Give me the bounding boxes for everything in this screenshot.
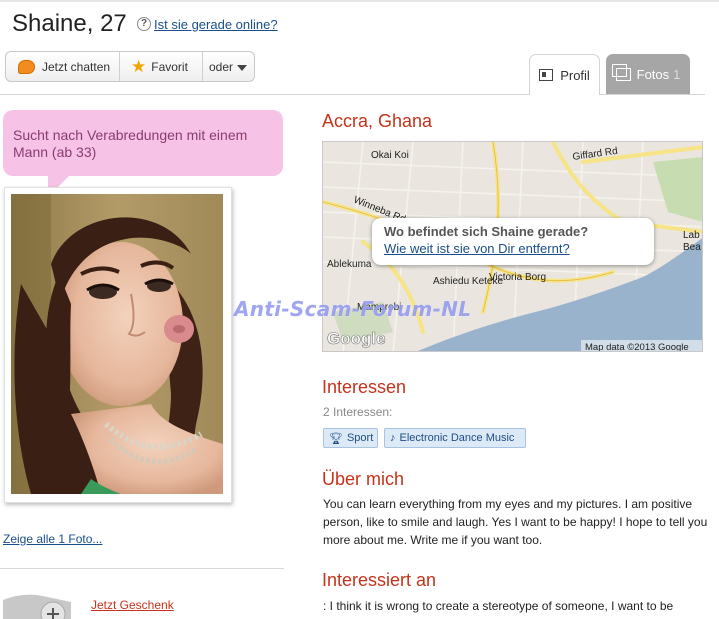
show-all-photos-link[interactable]: Zeige alle 1 Foto... — [3, 532, 102, 546]
interest-tag-sport[interactable]: 🏆︎ Sport — [323, 428, 378, 448]
chat-button-label: Jetzt chatten — [42, 59, 111, 74]
profile-card-icon — [539, 69, 554, 81]
watermark-text: Anti-Scam-Forum-NL — [234, 297, 472, 321]
map-label: Bea — [683, 242, 701, 253]
google-logo: Google — [327, 329, 386, 348]
trophy-icon: 🏆︎ — [329, 432, 343, 445]
tab-profile-label: Profil — [560, 67, 590, 83]
profile-name-age: Shaine, 27 — [12, 10, 127, 37]
interested-in-text: : I think it is wrong to create a stereo… — [323, 599, 674, 613]
online-status-link[interactable]: Ist sie gerade online? — [154, 17, 278, 32]
about-text: You can learn everything from my eyes an… — [323, 497, 708, 547]
tab-photos[interactable]: Fotos 1 — [606, 54, 690, 94]
map-label: Okai Koi — [371, 150, 409, 161]
chat-button[interactable]: Jetzt chatten — [6, 52, 120, 81]
chevron-down-icon — [237, 64, 248, 71]
map-info-popup: Wo befindet sich Shaine gerade? Wie weit… — [372, 218, 654, 265]
top-border — [0, 0, 719, 2]
about-title: Über mich — [322, 469, 405, 489]
map-label: Lab — [683, 230, 700, 241]
favorite-button-label: Favorit — [151, 59, 188, 74]
tab-profile[interactable]: Profil — [529, 54, 600, 95]
interest-tag-label: Sport — [346, 432, 374, 444]
gift-thumbnail[interactable] — [3, 592, 71, 619]
map-label: Victoria Borg — [489, 272, 546, 283]
more-dropdown-label: oder — [209, 59, 234, 74]
chat-bubble-icon — [18, 59, 35, 74]
action-bar: Jetzt chatten ★ Favorit oder — [5, 51, 255, 82]
location-title: Accra, Ghana — [322, 111, 433, 131]
distance-link[interactable]: Wie weit ist sie von Dir entfernt? — [384, 241, 642, 256]
photos-icon — [611, 63, 631, 81]
profile-photo[interactable] — [11, 194, 223, 494]
favorite-button[interactable]: ★ Favorit — [120, 52, 203, 81]
photo-count-badge: 1 — [673, 66, 681, 82]
star-icon: ★ — [131, 57, 147, 76]
map-popup-question: Wo befindet sich Shaine gerade? — [384, 224, 589, 239]
sidebar-divider — [0, 568, 284, 569]
map-label: Ablekuma — [327, 259, 372, 270]
interest-tag-label: Electronic Dance Music — [399, 432, 515, 444]
interest-tag-edm[interactable]: ♪ Electronic Dance Music — [384, 428, 526, 448]
interests-count: 2 Interessen: — [323, 405, 393, 419]
status-bubble: Sucht nach Verabredungen mit einem Mann … — [3, 110, 283, 176]
more-dropdown[interactable]: oder — [203, 52, 254, 81]
help-icon[interactable]: ? — [137, 17, 151, 31]
interests-title: Interessen — [322, 377, 407, 397]
map-attribution: Map data ©2013 Google — [585, 342, 689, 352]
interested-in-title: Interessiert an — [322, 570, 437, 590]
send-gift-link[interactable]: Jetzt Geschenk — [91, 598, 174, 612]
music-note-icon: ♪ — [390, 432, 396, 444]
tab-photos-label: Fotos — [636, 66, 670, 82]
